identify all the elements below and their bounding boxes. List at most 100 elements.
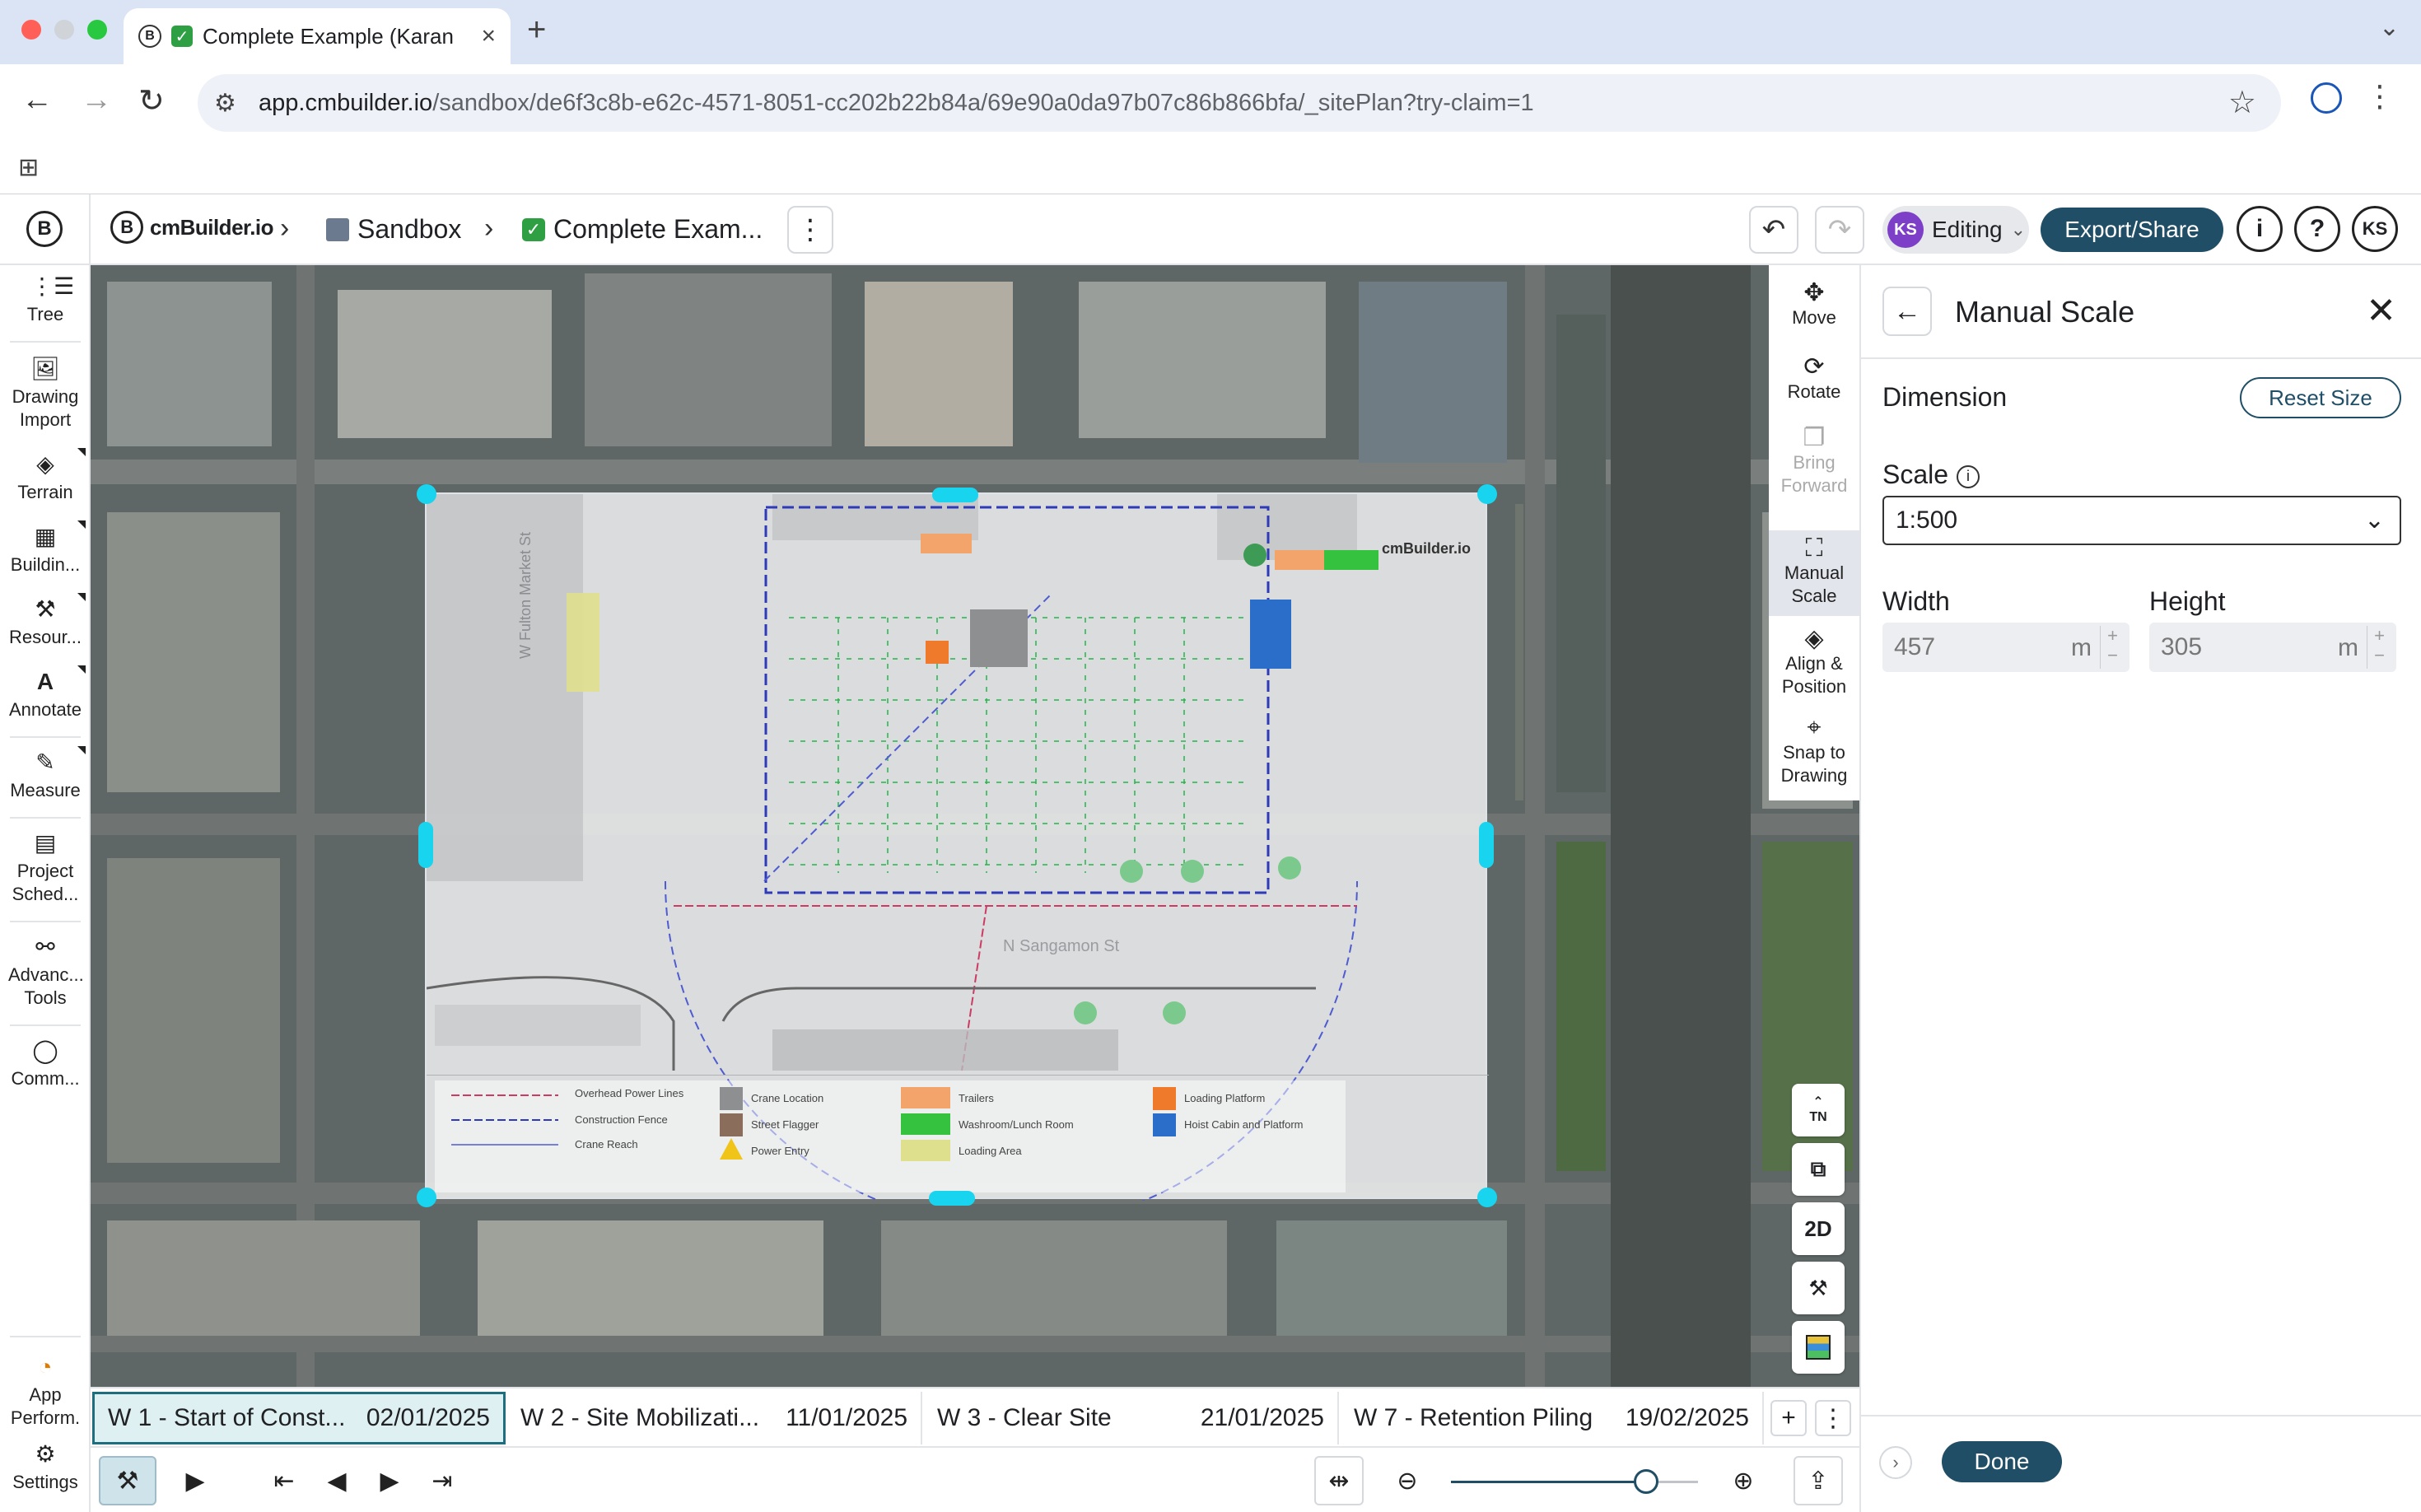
width-unit: m (2071, 634, 2092, 661)
dimension-label: Dimension (1882, 382, 2008, 412)
breadcrumb-sandbox[interactable]: Sandbox (326, 214, 461, 245)
mode-dropdown[interactable]: KS Editing ⌄ (1882, 206, 2029, 254)
new-tab-button[interactable]: + (527, 12, 546, 49)
upload-export-button[interactable]: ⇪ (1794, 1456, 1843, 1505)
view-2d-button[interactable]: 2D (1792, 1202, 1845, 1255)
sidebar-item-project-schedule[interactable]: ▤ Project Sched... (0, 830, 91, 906)
scale-select[interactable]: 1:500 ⌄ (1882, 496, 2401, 545)
gear-icon: ⚙ (35, 1441, 56, 1467)
redo-button[interactable]: ↷ (1815, 206, 1864, 254)
fit-width-button[interactable]: ⇹ (1314, 1456, 1364, 1505)
tool-rotate[interactable]: ⟳ Rotate (1769, 355, 1859, 404)
app-logo-icon[interactable]: B (26, 211, 63, 247)
phase-tab[interactable]: W 3 - Clear Site 21/01/2025 (924, 1392, 1339, 1444)
view-layers-button[interactable]: ⧉ (1792, 1143, 1845, 1196)
phase-more-button[interactable]: ⋮ (1815, 1400, 1851, 1436)
resize-handle-top-right[interactable] (1477, 484, 1497, 504)
project-more-button[interactable]: ⋮ (787, 206, 833, 254)
done-button[interactable]: Done (1942, 1441, 2062, 1482)
reset-size-button[interactable]: Reset Size (2240, 377, 2401, 418)
zoom-in-button[interactable]: ⊕ (1714, 1456, 1772, 1505)
tool-snap-to-drawing[interactable]: ⌖ Snap to Drawing (1769, 716, 1859, 787)
zoom-out-icon: ⊖ (1397, 1467, 1418, 1495)
sidebar-item-app-performance[interactable]: ◔ App Perform. (0, 1354, 91, 1430)
apps-grid-icon[interactable]: ⊞ (18, 153, 39, 182)
phase-tab[interactable]: W 7 - Retention Piling 19/02/2025 (1341, 1392, 1764, 1444)
export-share-button[interactable]: Export/Share (2041, 208, 2223, 252)
resize-handle-top[interactable] (932, 488, 978, 502)
resize-handle-bottom-right[interactable] (1477, 1188, 1497, 1207)
last-phase-button[interactable]: ⇥ (413, 1456, 471, 1505)
bookmark-star-icon[interactable]: ☆ (2228, 84, 2256, 121)
sidebar-item-tree[interactable]: ⋮☰ Tree (0, 273, 91, 326)
tool-bring-forward[interactable]: ❐ Bring Forward (1769, 426, 1859, 497)
info-icon[interactable]: i (1957, 464, 1980, 488)
zoom-out-button[interactable]: ⊖ (1378, 1456, 1436, 1505)
window-close-button[interactable] (21, 20, 41, 40)
user-avatar-button[interactable]: KS (2352, 206, 2398, 252)
width-field[interactable]: 457 m + − (1882, 623, 2129, 672)
next-phase-button[interactable]: ▶ (361, 1456, 418, 1505)
forward-arrow-icon[interactable]: → (81, 82, 112, 118)
map-building (1359, 282, 1507, 463)
back-arrow-icon[interactable]: ← (21, 82, 53, 118)
window-minimize-button[interactable] (54, 20, 74, 40)
map-building (478, 1220, 823, 1336)
expand-panel-button[interactable]: › (1879, 1446, 1912, 1479)
brand-logo[interactable]: B cmBuilder.io (110, 211, 274, 244)
phase-tab[interactable]: W 2 - Site Mobilizati... 11/01/2025 (507, 1392, 922, 1444)
first-phase-button[interactable]: ⇤ (255, 1456, 313, 1505)
height-field[interactable]: 305 m + − (2149, 623, 2396, 672)
sidebar-item-measure[interactable]: ✎ Measure (0, 746, 91, 802)
profile-icon[interactable] (2311, 82, 2342, 114)
layers-icon: ◈ (1804, 625, 1824, 652)
tab-close-icon[interactable]: × (481, 22, 496, 50)
sidebar-item-comments[interactable]: ◯ Comm... (0, 1038, 91, 1090)
close-icon[interactable]: ✕ (2366, 290, 2396, 332)
reload-icon[interactable]: ↻ (138, 82, 165, 119)
tab-search-chevron-icon[interactable]: ⌄ (2379, 13, 2400, 42)
site-view-button[interactable]: ⚒ (99, 1456, 156, 1505)
resize-handle-top-left[interactable] (417, 484, 436, 504)
browser-menu-icon[interactable]: ⋮ (2365, 79, 2395, 114)
browser-tab-active[interactable]: B ✓ Complete Example (Karan × (124, 8, 511, 64)
resize-handle-bottom[interactable] (929, 1191, 975, 1206)
sidebar-item-advanced-tools[interactable]: ⚯ Advanc... Tools (0, 934, 91, 1010)
tool-align-position[interactable]: ◈ Align & Position (1769, 625, 1859, 698)
resize-handle-right[interactable] (1479, 822, 1494, 868)
sidebar-item-terrain[interactable]: ◈ Terrain (0, 448, 91, 504)
sidebar-item-drawing-import[interactable]: 🖼 Drawing Import (0, 356, 91, 432)
resize-handle-bottom-left[interactable] (417, 1188, 436, 1207)
map-building (1079, 282, 1326, 438)
sidebar-item-buildings[interactable]: ▦ Buildin... (0, 520, 91, 576)
zoom-slider-thumb[interactable] (1634, 1469, 1658, 1494)
sidebar-item-annotate[interactable]: A Annotate (0, 665, 91, 721)
previous-phase-button[interactable]: ◀ (308, 1456, 366, 1505)
zoom-slider-track[interactable] (1451, 1481, 1646, 1483)
breadcrumb-project[interactable]: ✓ Complete Exam... (522, 214, 763, 245)
sidebar-item-settings[interactable]: ⚙ Settings (0, 1441, 91, 1494)
width-stepper[interactable]: + − (2100, 626, 2125, 669)
sidebar-item-resources[interactable]: ⚒ Resour... (0, 593, 91, 649)
tool-manual-scale[interactable]: ⛶ Manual Scale (1769, 530, 1859, 616)
phase-tab[interactable]: W 1 - Start of Const... 02/01/2025 (92, 1392, 506, 1444)
panel-footer-divider (1861, 1415, 2421, 1416)
site-plan-drawing-overlay[interactable]: W Fulton Market St N Sangamon St cmBuild… (425, 492, 1489, 1201)
height-stepper[interactable]: + − (2367, 626, 2391, 669)
true-north-button[interactable]: ⌃ TN (1792, 1084, 1845, 1136)
resize-handle-left[interactable] (418, 822, 433, 868)
tool-move[interactable]: ✥ Move (1769, 281, 1859, 329)
help-button[interactable]: ? (2294, 206, 2340, 252)
panel-back-button[interactable]: ← (1882, 287, 1932, 336)
presentation-button[interactable]: ▶ (166, 1456, 224, 1505)
site-settings-icon[interactable]: ⚙ (214, 89, 236, 118)
crane-view-button[interactable]: ⚒ (1792, 1262, 1845, 1314)
url-field[interactable]: ⚙ app.cmbuilder.io/sandbox/de6f3c8b-e62c… (198, 74, 2281, 132)
color-legend-button[interactable] (1792, 1321, 1845, 1374)
address-bar: ← → ↻ ⚙ app.cmbuilder.io/sandbox/de6f3c8… (0, 64, 2421, 142)
add-phase-button[interactable]: + (1770, 1400, 1807, 1436)
window-maximize-button[interactable] (87, 20, 107, 40)
map-canvas[interactable]: W Fulton Market St N Sangamon St cmBuild… (91, 265, 1859, 1387)
info-button[interactable]: i (2237, 206, 2283, 252)
undo-button[interactable]: ↶ (1749, 206, 1798, 254)
